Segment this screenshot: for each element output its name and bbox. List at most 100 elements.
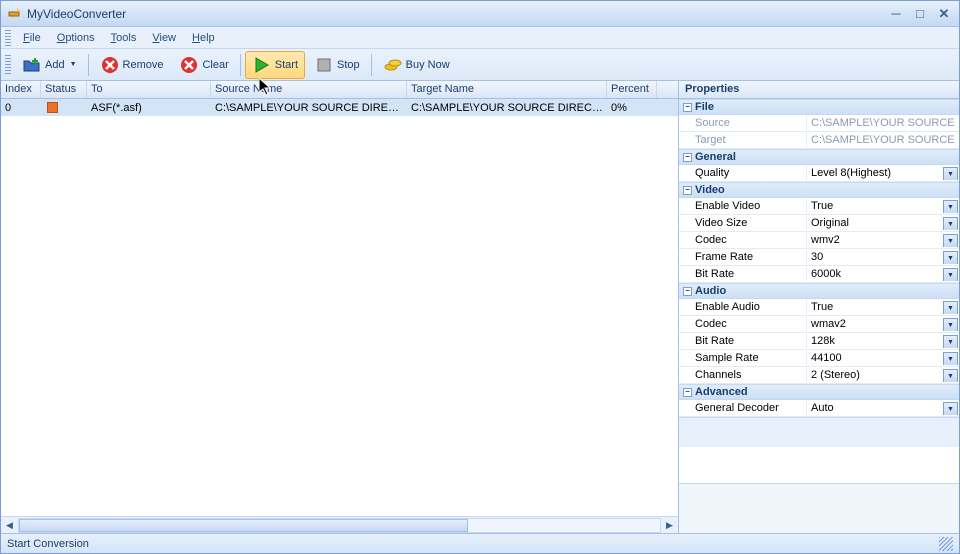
- prop-value[interactable]: 44100▼: [807, 351, 959, 365]
- clear-label: Clear: [202, 59, 228, 71]
- clear-icon: [179, 55, 199, 75]
- section-advanced[interactable]: −Advanced: [679, 384, 959, 400]
- scroll-track[interactable]: [18, 518, 661, 533]
- scroll-right-icon[interactable]: ▶: [661, 517, 678, 534]
- start-button[interactable]: Start: [245, 51, 305, 79]
- cell-target: C:\SAMPLE\YOUR SOURCE DIRECTOR...: [407, 101, 607, 115]
- section-file[interactable]: −File: [679, 99, 959, 115]
- col-index[interactable]: Index: [1, 81, 41, 98]
- remove-button[interactable]: Remove: [93, 51, 171, 79]
- chevron-down-icon[interactable]: ▼: [943, 402, 958, 415]
- section-video[interactable]: −Video: [679, 182, 959, 198]
- collapse-icon[interactable]: −: [683, 103, 692, 112]
- prop-value[interactable]: 2 (Stereo)▼: [807, 368, 959, 382]
- prop-audio-bitrate[interactable]: Bit Rate 128k▼: [679, 333, 959, 350]
- prop-quality[interactable]: Quality Level 8(Highest)▼: [679, 165, 959, 182]
- prop-video-bitrate[interactable]: Bit Rate 6000k▼: [679, 266, 959, 283]
- prop-label: Codec: [679, 317, 807, 331]
- stop-icon: [314, 55, 334, 75]
- properties-description: [679, 483, 959, 533]
- chevron-down-icon[interactable]: ▼: [943, 335, 958, 348]
- chevron-down-icon[interactable]: ▼: [943, 369, 958, 382]
- chevron-down-icon[interactable]: ▼: [943, 200, 958, 213]
- prop-label: Codec: [679, 233, 807, 247]
- close-button[interactable]: ✕: [935, 6, 953, 22]
- prop-value: C:\SAMPLE\YOUR SOURCE: [807, 116, 959, 130]
- prop-label: Channels: [679, 368, 807, 382]
- titlebar: MyVideoConverter ─ □ ✕: [1, 1, 959, 27]
- prop-label: Frame Rate: [679, 250, 807, 264]
- prop-value[interactable]: Original▼: [807, 216, 959, 230]
- scroll-thumb[interactable]: [19, 519, 468, 532]
- prop-channels[interactable]: Channels 2 (Stereo)▼: [679, 367, 959, 384]
- col-source[interactable]: Source Name: [211, 81, 407, 98]
- prop-label: Bit Rate: [679, 334, 807, 348]
- toolbar-grip: [5, 55, 11, 75]
- chevron-down-icon: ▼: [70, 61, 77, 68]
- chevron-down-icon[interactable]: ▼: [943, 301, 958, 314]
- prop-value[interactable]: 128k▼: [807, 334, 959, 348]
- prop-value[interactable]: Level 8(Highest)▼: [807, 166, 959, 180]
- stop-label: Stop: [337, 59, 360, 71]
- prop-value: C:\SAMPLE\YOUR SOURCE: [807, 133, 959, 147]
- prop-decoder[interactable]: General Decoder Auto▼: [679, 400, 959, 417]
- menu-options[interactable]: Options: [49, 30, 103, 46]
- col-to[interactable]: To: [87, 81, 211, 98]
- chevron-down-icon[interactable]: ▼: [943, 268, 958, 281]
- cell-status: [41, 101, 87, 114]
- collapse-icon[interactable]: −: [683, 287, 692, 296]
- chevron-down-icon[interactable]: ▼: [943, 234, 958, 247]
- prop-value[interactable]: True▼: [807, 300, 959, 314]
- chevron-down-icon[interactable]: ▼: [943, 352, 958, 365]
- table-row[interactable]: 0 ASF(*.asf) C:\SAMPLE\YOUR SOURCE DIREC…: [1, 99, 678, 116]
- prop-enable-audio[interactable]: Enable Audio True▼: [679, 299, 959, 316]
- horizontal-scrollbar[interactable]: ◀ ▶: [1, 516, 678, 533]
- menu-tools[interactable]: Tools: [103, 30, 145, 46]
- menubar: File Options Tools View Help: [1, 27, 959, 49]
- resize-grip-icon[interactable]: [939, 537, 953, 551]
- section-audio[interactable]: −Audio: [679, 283, 959, 299]
- separator: [88, 54, 89, 76]
- scroll-left-icon[interactable]: ◀: [1, 517, 18, 534]
- maximize-button[interactable]: □: [911, 6, 929, 22]
- add-button[interactable]: Add ▼: [15, 51, 84, 79]
- menu-help[interactable]: Help: [184, 30, 223, 46]
- minimize-button[interactable]: ─: [887, 6, 905, 22]
- prop-target: Target C:\SAMPLE\YOUR SOURCE: [679, 132, 959, 149]
- cell-to: ASF(*.asf): [87, 101, 211, 115]
- toolbar: Add ▼ Remove Clear Start Stop Buy Now: [1, 49, 959, 81]
- collapse-icon[interactable]: −: [683, 186, 692, 195]
- prop-value[interactable]: wmav2▼: [807, 317, 959, 331]
- prop-video-size[interactable]: Video Size Original▼: [679, 215, 959, 232]
- section-general[interactable]: −General: [679, 149, 959, 165]
- collapse-icon[interactable]: −: [683, 388, 692, 397]
- menu-view[interactable]: View: [144, 30, 184, 46]
- menu-file[interactable]: File: [15, 30, 49, 46]
- remove-label: Remove: [123, 59, 164, 71]
- chevron-down-icon[interactable]: ▼: [943, 167, 958, 180]
- col-percent[interactable]: Percent: [607, 81, 657, 98]
- buy-now-button[interactable]: Buy Now: [376, 51, 457, 79]
- prop-sample-rate[interactable]: Sample Rate 44100▼: [679, 350, 959, 367]
- chevron-down-icon[interactable]: ▼: [943, 251, 958, 264]
- prop-value[interactable]: Auto▼: [807, 401, 959, 415]
- prop-video-codec[interactable]: Codec wmv2▼: [679, 232, 959, 249]
- prop-enable-video[interactable]: Enable Video True▼: [679, 198, 959, 215]
- chevron-down-icon[interactable]: ▼: [943, 217, 958, 230]
- prop-value[interactable]: True▼: [807, 199, 959, 213]
- prop-value[interactable]: 6000k▼: [807, 267, 959, 281]
- collapse-icon[interactable]: −: [683, 153, 692, 162]
- prop-label: Enable Audio: [679, 300, 807, 314]
- clear-button[interactable]: Clear: [172, 51, 235, 79]
- col-status[interactable]: Status: [41, 81, 87, 98]
- prop-label: Enable Video: [679, 199, 807, 213]
- prop-value[interactable]: wmv2▼: [807, 233, 959, 247]
- start-label: Start: [275, 59, 298, 71]
- table-body: 0 ASF(*.asf) C:\SAMPLE\YOUR SOURCE DIREC…: [1, 99, 678, 516]
- stop-button[interactable]: Stop: [307, 51, 367, 79]
- prop-audio-codec[interactable]: Codec wmav2▼: [679, 316, 959, 333]
- prop-frame-rate[interactable]: Frame Rate 30▼: [679, 249, 959, 266]
- prop-value[interactable]: 30▼: [807, 250, 959, 264]
- chevron-down-icon[interactable]: ▼: [943, 318, 958, 331]
- col-target[interactable]: Target Name: [407, 81, 607, 98]
